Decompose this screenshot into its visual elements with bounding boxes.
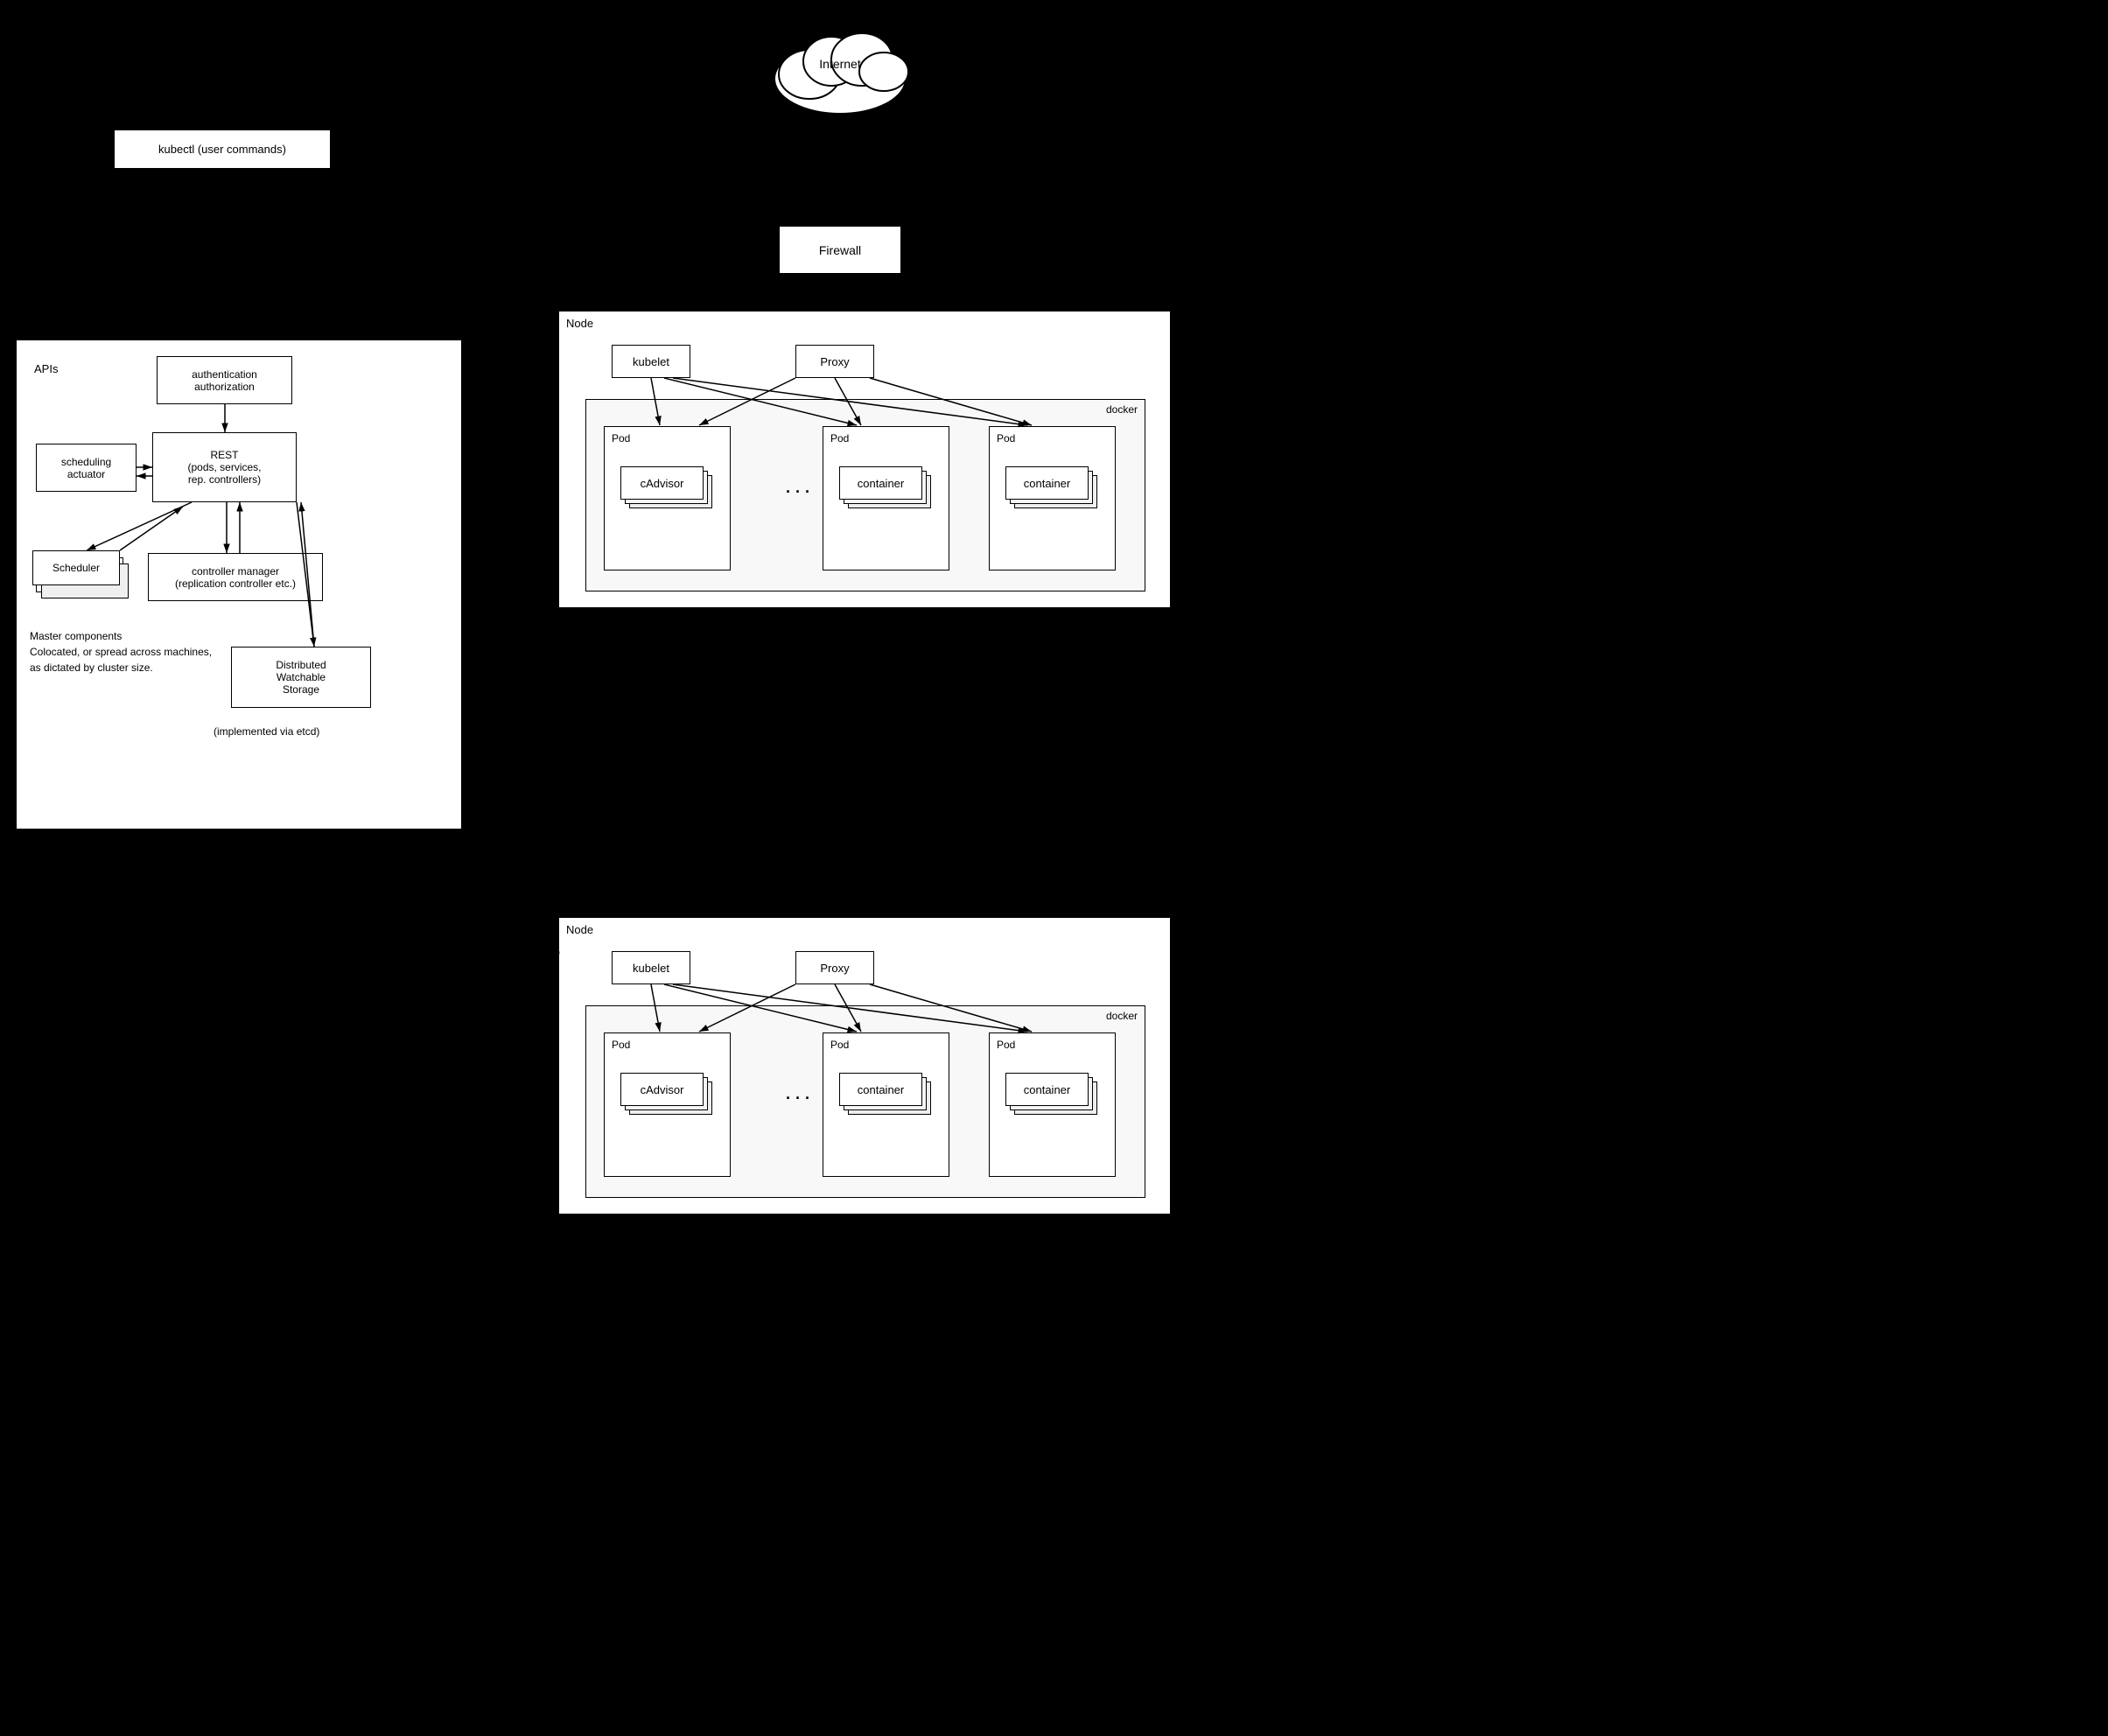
node1-container: Node kubelet Proxy docker Pod cAdvisor c… [558, 311, 1171, 608]
diagram-area: Internet Firewall kubectl (user commands… [0, 0, 2108, 1736]
node1-arrows [559, 312, 1172, 609]
internet-label: Internet [761, 57, 919, 71]
firewall-box: Firewall [779, 226, 901, 274]
internet-cloud: Internet [761, 18, 919, 122]
node2-arrows [559, 918, 1172, 1215]
master-arrows [17, 340, 463, 830]
node2-container: Node kubelet Proxy docker Pod cAdvisor c… [558, 917, 1171, 1214]
master-container: APIs authentication authorization REST (… [16, 340, 462, 830]
global-arrows [0, 0, 2108, 1736]
arrows-svg [0, 0, 2108, 1736]
kubectl-box: kubectl (user commands) [114, 130, 331, 169]
